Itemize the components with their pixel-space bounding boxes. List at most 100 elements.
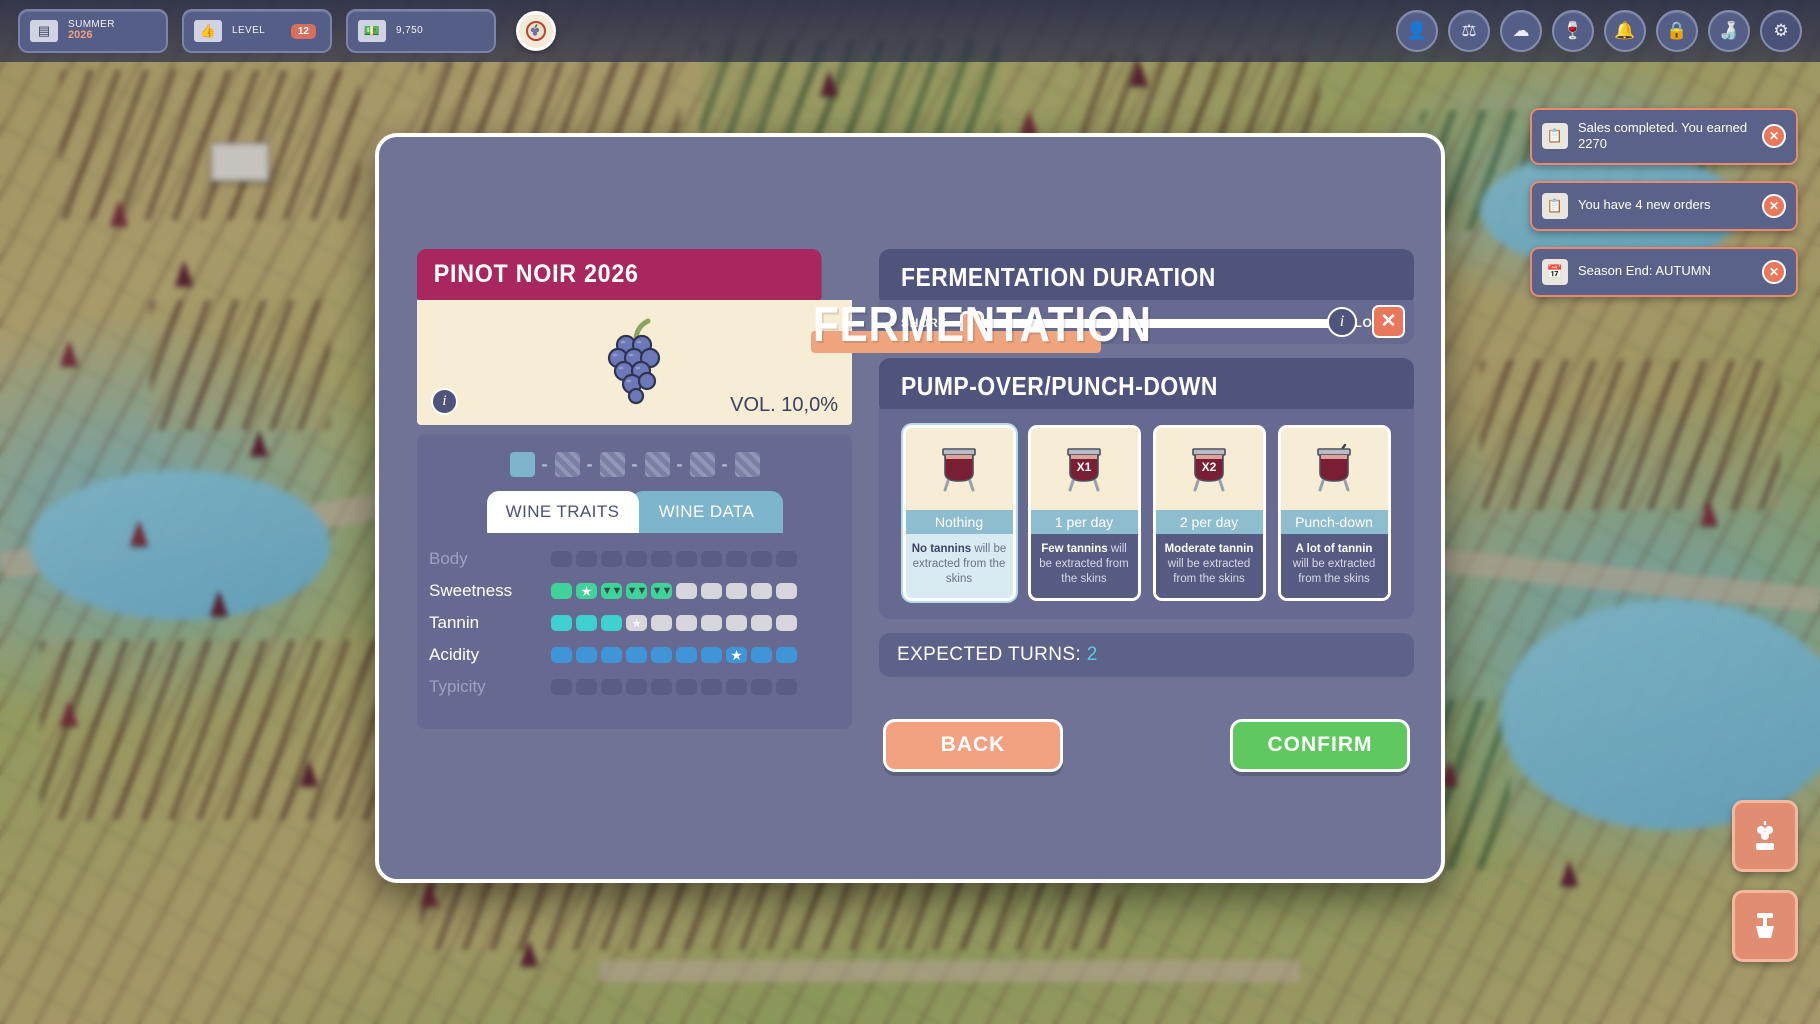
expected-turns-value: 2 (1086, 643, 1098, 665)
stage-separator: - (631, 454, 638, 474)
pump-desc-bold: No tannins (911, 543, 972, 555)
pump-heading-text: PUMP-OVER/PUNCH-DOWN (901, 371, 1218, 401)
duration-heading-text: FERMENTATION DURATION (901, 262, 1216, 292)
calendar-icon: ▤ (30, 20, 58, 42)
dialog-action-row: BACK CONFIRM (879, 718, 1414, 772)
pump-desc-bold: A lot of tannin (1295, 543, 1373, 555)
wine-panel: PINOT NOIR 2026 i VOL. 10,0% - - - - - W… (417, 249, 852, 729)
pump-option-two-per-day[interactable]: X2 2 per day Moderate tannin will be ext… (1152, 425, 1266, 601)
side-button-press[interactable] (1732, 890, 1798, 962)
stage-separator: - (721, 454, 728, 474)
star-icon: ★ (730, 647, 743, 663)
tab-wine-data[interactable]: WINE DATA (630, 491, 783, 533)
pump-option-description: A lot of tannin will be extracted from t… (1280, 534, 1388, 598)
cloud-icon[interactable]: ☁ (1500, 10, 1542, 52)
glass-icon[interactable]: 🍷 (1552, 10, 1594, 52)
toast-new-orders[interactable]: 📋 You have 4 new orders ✕ (1530, 180, 1798, 231)
chevron-mark-icon: ▼▼ (626, 584, 648, 597)
toast-message: Season End: AUTUMN (1578, 263, 1711, 279)
pump-option-description: Moderate tannin will be extracted from t… (1155, 534, 1263, 598)
top-hud-bar: ▤ SUMMER 2026 👍 LEVEL 12 💵 9,750 👤 ⚖ ☁ 🍷 (0, 0, 1820, 62)
pump-option-description: No tannins will be extracted from the sk… (905, 534, 1013, 598)
star-icon: ★ (630, 615, 643, 631)
pump-option-label: Punch-down (1280, 510, 1388, 534)
grape-harvest-icon (1756, 821, 1774, 850)
hud-chip-money[interactable]: 💵 9,750 (346, 9, 496, 53)
barrel-icon[interactable]: ⚖ (1448, 10, 1490, 52)
hud-chip-level[interactable]: 👍 LEVEL 12 (182, 9, 332, 53)
page-title: FERMENTATION (813, 298, 1152, 352)
vat-x2-icon: X2 (1155, 428, 1263, 510)
trait-row-acidity: Acidity ★ (429, 645, 840, 665)
traits-tab-group: WINE TRAITS WINE DATA (429, 491, 840, 533)
money-icon: 💵 (358, 20, 386, 42)
grape-cluster-icon (607, 318, 660, 404)
stage-progress-row: - - - - - (429, 452, 840, 477)
back-button[interactable]: BACK (883, 718, 1063, 772)
vat-punchdown-icon (1280, 428, 1388, 510)
pump-option-label: Nothing (905, 510, 1013, 534)
trait-pips: ★ (551, 647, 797, 663)
pump-section-heading: PUMP-OVER/PUNCH-DOWN (879, 358, 1414, 415)
wine-press-icon (1756, 913, 1774, 938)
fermentation-dialog: FERMENTATION i ✕ PINOT NOIR 2026 i VOL. … (375, 133, 1445, 883)
stage-separator: - (586, 454, 593, 474)
close-icon[interactable]: ✕ (1762, 124, 1786, 149)
trait-pips (551, 679, 797, 695)
bottle-icon[interactable]: 🍶 (1708, 10, 1750, 52)
hud-chip-season[interactable]: ▤ SUMMER 2026 (18, 9, 168, 53)
svg-text:X2: X2 (1202, 460, 1217, 474)
close-icon[interactable]: ✕ (1762, 193, 1786, 218)
note-icon: 📋 (1542, 123, 1568, 150)
pump-option-label: 1 per day (1030, 510, 1138, 534)
stage-step-5[interactable] (689, 452, 715, 477)
hud-right-icon-group: 👤 ⚖ ☁ 🍷 🔔 🔒 🍶 ⚙ (1396, 10, 1802, 52)
stage-step-1[interactable] (509, 452, 535, 477)
close-icon[interactable]: ✕ (1762, 259, 1786, 284)
lock-icon[interactable]: 🔒 (1656, 10, 1698, 52)
stage-step-2[interactable] (554, 452, 580, 477)
gear-icon[interactable]: ⚙ (1760, 10, 1802, 52)
confirm-button[interactable]: CONFIRM (1230, 718, 1410, 772)
hud-season-year: 2026 (68, 29, 93, 42)
vat-x1-icon: X1 (1030, 428, 1138, 510)
trait-label: Body (429, 549, 468, 568)
chevron-mark-icon: ▼▼ (601, 584, 623, 597)
trait-row-typicity: Typicity (429, 677, 840, 697)
trait-row-tannin: Tannin ★ (429, 613, 840, 633)
traits-container: - - - - - WINE TRAITS WINE DATA Body Swe… (417, 434, 852, 729)
wine-info-icon[interactable]: i (431, 388, 458, 415)
person-icon[interactable]: 👤 (1396, 10, 1438, 52)
stage-step-3[interactable] (599, 452, 625, 477)
stage-step-4[interactable] (644, 452, 670, 477)
toast-message: You have 4 new orders (1578, 197, 1711, 213)
thumb-up-icon: 👍 (194, 20, 222, 42)
pump-option-one-per-day[interactable]: X1 1 per day Few tannins will be extract… (1027, 425, 1141, 601)
tab-wine-traits[interactable]: WINE TRAITS (486, 491, 639, 533)
vat-plain-icon (905, 428, 1013, 510)
grape-coin-icon[interactable] (516, 11, 556, 51)
chevron-mark-icon: ▼▼ (651, 584, 673, 597)
star-icon: ★ (580, 583, 593, 599)
pump-option-nothing[interactable]: Nothing No tannins will be extracted fro… (902, 425, 1016, 601)
side-button-harvest[interactable] (1732, 800, 1798, 872)
info-icon[interactable]: i (1327, 307, 1357, 337)
pump-option-description: Few tannins will be extracted from the s… (1030, 534, 1138, 598)
toast-season-end[interactable]: 📅 Season End: AUTUMN ✕ (1530, 246, 1798, 297)
trait-pips (551, 551, 797, 567)
trait-row-body: Body (429, 549, 840, 569)
svg-text:X1: X1 (1077, 460, 1092, 474)
hud-level-label: LEVEL (232, 24, 266, 36)
stage-separator: - (541, 454, 548, 474)
close-icon[interactable]: ✕ (1372, 305, 1405, 338)
pump-option-group: Nothing No tannins will be extracted fro… (879, 409, 1414, 619)
trait-pips: ★ ▼▼ ▼▼ ▼▼ (551, 583, 797, 599)
trait-label: Sweetness (429, 581, 513, 600)
bell-icon[interactable]: 🔔 (1604, 10, 1646, 52)
pump-option-punch-down[interactable]: Punch-down A lot of tannin will be extra… (1277, 425, 1391, 601)
pump-desc-rest: will be extracted from the skins (1292, 558, 1376, 586)
stage-step-6[interactable] (734, 452, 760, 477)
toast-sales-completed[interactable]: 📋 Sales completed. You earned 2270 ✕ (1530, 108, 1798, 165)
notification-stack: 📋 Sales completed. You earned 2270 ✕ 📋 Y… (1530, 108, 1798, 297)
note-icon: 📋 (1542, 192, 1568, 219)
